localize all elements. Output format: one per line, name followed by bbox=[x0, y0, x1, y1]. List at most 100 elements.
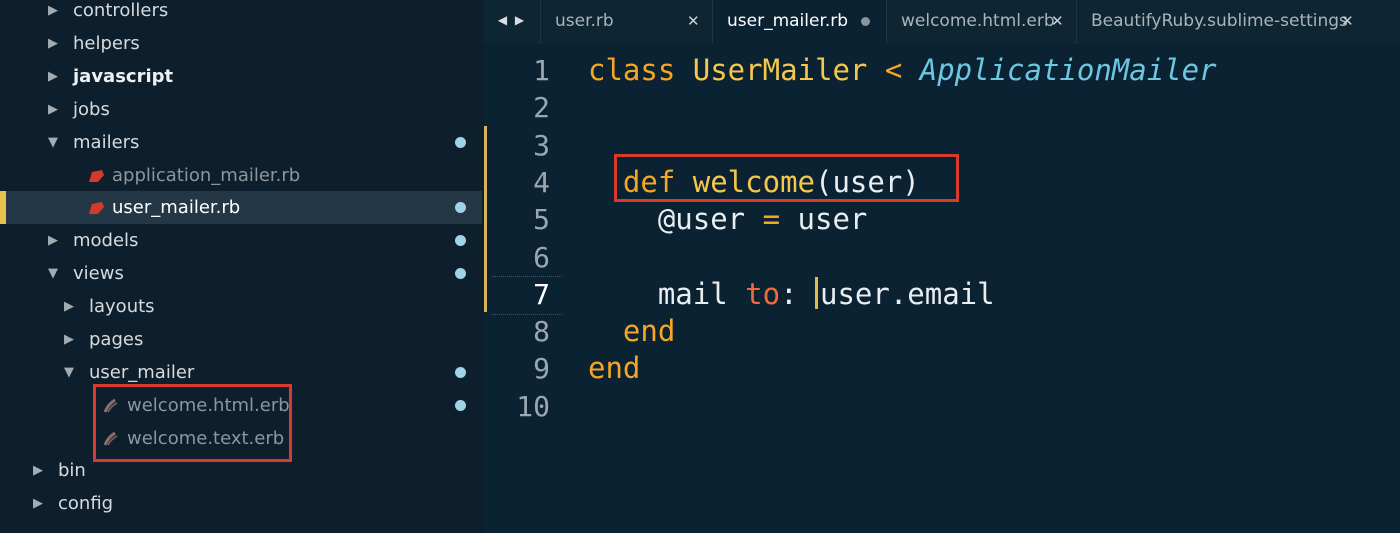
tab-label: BeautifyRuby.sublime-settings bbox=[1091, 11, 1348, 31]
code-token: mail bbox=[588, 276, 746, 311]
modified-dot-icon bbox=[455, 367, 466, 378]
highlight-box-def-welcome bbox=[614, 154, 959, 202]
line-number: 2 bbox=[533, 91, 550, 125]
chevron-right-icon[interactable]: ▶ bbox=[48, 60, 58, 93]
code-text: end bbox=[588, 313, 675, 350]
code-token: @user bbox=[657, 202, 763, 237]
code-token: < bbox=[884, 53, 920, 87]
tree-item-label: mailers bbox=[73, 132, 140, 153]
close-icon[interactable]: ✕ bbox=[1341, 0, 1354, 42]
line-number: 3 bbox=[533, 128, 550, 162]
tree-item[interactable]: ▶ helpers bbox=[0, 27, 484, 60]
chevron-right-icon[interactable]: ▶ bbox=[64, 323, 74, 356]
code-token: : bbox=[780, 276, 815, 311]
code-text: class UserMailer < ApplicationMailer bbox=[588, 52, 1217, 89]
tab-label: welcome.html.erb bbox=[901, 11, 1055, 31]
tree-item-label: jobs bbox=[73, 99, 110, 120]
editor-tab[interactable]: user_mailer.rb bbox=[712, 0, 887, 44]
line-number: 9 bbox=[533, 352, 550, 386]
tree-item[interactable]: user_mailer.rb bbox=[6, 191, 482, 224]
code-editor[interactable]: 1 class UserMailer < ApplicationMailer 2 3 4… bbox=[484, 44, 1400, 533]
code-line[interactable]: 6 bbox=[484, 239, 1400, 276]
modified-dot-icon bbox=[455, 137, 466, 148]
tree-item-label: helpers bbox=[73, 33, 140, 54]
file-tree-sidebar: ▶ controllers ▶ helpers ▶ javascript ▶ jobs ▼ mai… bbox=[0, 0, 484, 533]
tree-item[interactable]: ▶ config bbox=[0, 487, 484, 520]
tree-item-label: controllers bbox=[73, 0, 169, 21]
ruby-file-icon bbox=[89, 202, 104, 214]
chevron-right-icon[interactable]: ▶ bbox=[33, 487, 43, 520]
modified-dot-icon bbox=[455, 268, 466, 279]
chevron-down-icon[interactable]: ▼ bbox=[48, 126, 58, 159]
line-number: 8 bbox=[533, 315, 550, 349]
modified-dot-icon bbox=[455, 202, 466, 213]
editor-tab[interactable]: user.rb ✕ bbox=[540, 0, 713, 44]
chevron-down-icon[interactable]: ▼ bbox=[64, 356, 74, 389]
tab-bar: ◀ ▶ user.rb ✕ user_mailer.rb welcome.html.e… bbox=[484, 0, 1400, 44]
tab-label: user.rb bbox=[555, 11, 614, 31]
tree-item[interactable]: ▶ layouts bbox=[0, 290, 484, 323]
tree-item-label: pages bbox=[89, 329, 144, 350]
chevron-right-icon[interactable]: ▶ bbox=[48, 224, 58, 257]
chevron-right-icon[interactable]: ▶ bbox=[48, 0, 58, 27]
code-line[interactable]: 7 mail to: user.email bbox=[484, 275, 1400, 315]
code-token: end bbox=[622, 314, 676, 349]
tree-item[interactable]: ▶ javascript bbox=[0, 60, 484, 93]
chevron-down-icon[interactable]: ▼ bbox=[48, 257, 58, 290]
tree-item-label: application_mailer.rb bbox=[112, 165, 301, 186]
line-number: 4 bbox=[533, 165, 550, 199]
line-number: 10 bbox=[516, 389, 550, 423]
tree-item-label: layouts bbox=[89, 296, 155, 317]
chevron-right-icon[interactable]: ▶ bbox=[64, 290, 74, 323]
tree-item[interactable]: application_mailer.rb bbox=[0, 159, 484, 192]
line-number: 1 bbox=[533, 54, 550, 87]
code-token: ApplicationMailer bbox=[919, 53, 1217, 87]
chevron-right-icon[interactable]: ▶ bbox=[48, 93, 58, 126]
code-token: user bbox=[797, 202, 868, 237]
code-token: end bbox=[588, 351, 641, 386]
editor-tab[interactable]: welcome.html.erb ✕ bbox=[886, 0, 1077, 44]
modified-dot-icon bbox=[455, 235, 466, 246]
tab-label: user_mailer.rb bbox=[727, 11, 849, 31]
chevron-right-icon[interactable]: ▶ bbox=[33, 454, 43, 487]
modified-dot-icon bbox=[455, 400, 466, 411]
tab-nav-arrows[interactable]: ◀ ▶ bbox=[484, 0, 540, 44]
code-line[interactable]: 9 end bbox=[484, 350, 1400, 387]
code-token: UserMailer bbox=[692, 53, 885, 87]
line-number: 7 bbox=[533, 277, 550, 311]
tree-item[interactable]: ▶ pages bbox=[0, 323, 484, 356]
code-token: = bbox=[762, 202, 798, 237]
tree-item[interactable]: ▶ models bbox=[0, 224, 484, 257]
tree-item-label: views bbox=[73, 263, 124, 284]
close-icon[interactable]: ✕ bbox=[687, 0, 700, 42]
code-token: class bbox=[588, 53, 693, 87]
code-line[interactable]: 2 bbox=[484, 89, 1400, 126]
tree-item[interactable]: ▶ jobs bbox=[0, 93, 484, 126]
tree-item-label: javascript bbox=[73, 66, 174, 87]
tree-item-label: config bbox=[58, 493, 114, 514]
code-text: mail to: user.email bbox=[588, 276, 995, 313]
editor-tab[interactable]: BeautifyRuby.sublime-settings ✕ bbox=[1076, 0, 1367, 44]
code-text: end bbox=[588, 350, 640, 387]
code-token: user.email bbox=[819, 276, 995, 311]
code-line[interactable]: 1 class UserMailer < ApplicationMailer bbox=[484, 52, 1400, 89]
close-icon[interactable]: ✕ bbox=[1051, 0, 1064, 42]
tree-item[interactable]: ▼ mailers bbox=[0, 126, 484, 159]
tree-item-label: models bbox=[73, 230, 139, 251]
tree-item-label: bin bbox=[58, 460, 86, 481]
unsaved-dot-icon[interactable] bbox=[861, 17, 870, 26]
code-token: to bbox=[745, 276, 781, 311]
tree-item[interactable]: ▶ controllers bbox=[0, 0, 484, 27]
ruby-file-icon bbox=[89, 170, 104, 182]
code-line[interactable]: 10 bbox=[484, 388, 1400, 425]
tree-item-label: user_mailer.rb bbox=[112, 197, 241, 218]
line-number: 5 bbox=[533, 203, 550, 237]
code-line[interactable]: 8 end bbox=[484, 313, 1400, 350]
text-cursor bbox=[814, 276, 818, 309]
chevron-right-icon[interactable]: ▶ bbox=[48, 27, 58, 60]
tree-item[interactable]: ▼ views bbox=[0, 257, 484, 290]
code-text: @user = user bbox=[588, 201, 868, 238]
code-line[interactable]: 5 @user = user bbox=[484, 201, 1400, 238]
